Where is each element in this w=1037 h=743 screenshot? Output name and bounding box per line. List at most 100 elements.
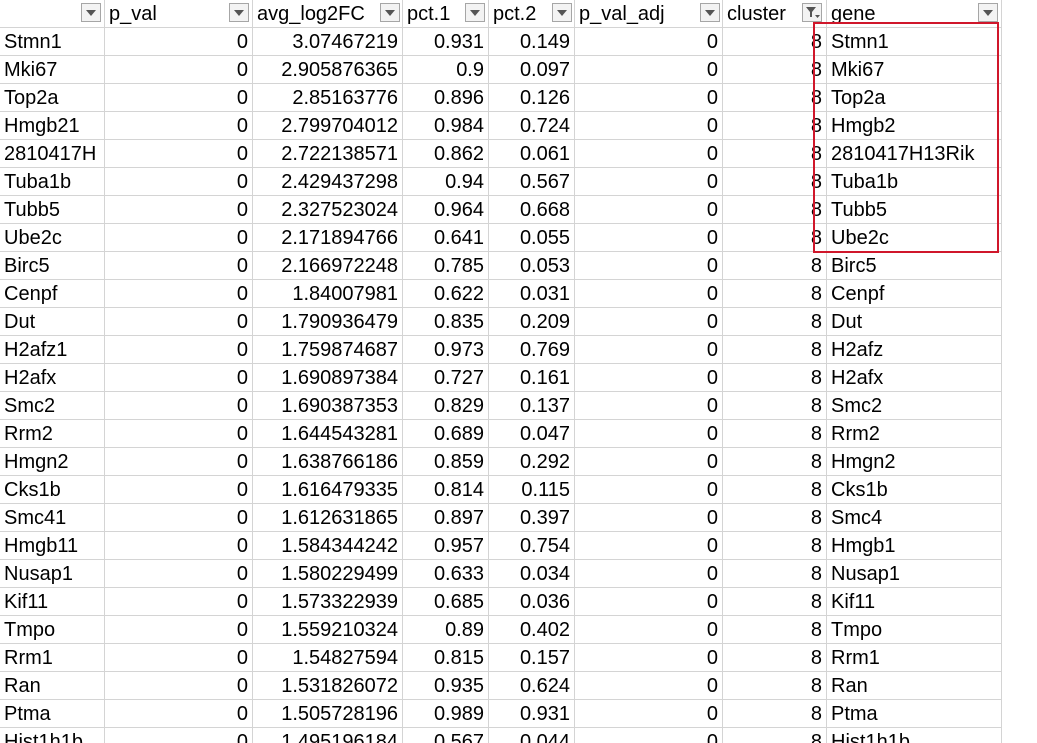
cell-gene-id[interactable]: Rrm1	[0, 644, 105, 672]
cell-p-val-adj[interactable]: 0	[575, 672, 723, 700]
cell-gene-id[interactable]: 2810417H	[0, 140, 105, 168]
cell-pct-2[interactable]: 0.754	[489, 532, 575, 560]
cell-gene[interactable]: Rrm2	[827, 420, 1002, 448]
cell-cluster[interactable]: 8	[723, 504, 827, 532]
cell-p-val[interactable]: 0	[105, 588, 253, 616]
cell-gene-id[interactable]: Smc2	[0, 392, 105, 420]
cell-avg-log2fc[interactable]: 1.644543281	[253, 420, 403, 448]
cell-cluster[interactable]: 8	[723, 588, 827, 616]
cell-avg-log2fc[interactable]: 1.573322939	[253, 588, 403, 616]
cell-pct-1[interactable]: 0.957	[403, 532, 489, 560]
cell-p-val-adj[interactable]: 0	[575, 196, 723, 224]
cell-avg-log2fc[interactable]: 1.84007981	[253, 280, 403, 308]
cell-pct-1[interactable]: 0.931	[403, 28, 489, 56]
cell-p-val[interactable]: 0	[105, 644, 253, 672]
cell-p-val[interactable]: 0	[105, 56, 253, 84]
cell-avg-log2fc[interactable]: 1.638766186	[253, 448, 403, 476]
cell-p-val-adj[interactable]: 0	[575, 532, 723, 560]
cell-p-val-adj[interactable]: 0	[575, 392, 723, 420]
cell-cluster[interactable]: 8	[723, 476, 827, 504]
cell-gene-id[interactable]: Tmpo	[0, 616, 105, 644]
cell-p-val-adj[interactable]: 0	[575, 84, 723, 112]
cell-p-val[interactable]: 0	[105, 28, 253, 56]
cell-avg-log2fc[interactable]: 1.759874687	[253, 336, 403, 364]
cell-pct-1[interactable]: 0.989	[403, 700, 489, 728]
cell-cluster[interactable]: 8	[723, 56, 827, 84]
cell-cluster[interactable]: 8	[723, 112, 827, 140]
cell-p-val-adj[interactable]: 0	[575, 56, 723, 84]
cell-p-val[interactable]: 0	[105, 616, 253, 644]
cell-pct-2[interactable]: 0.115	[489, 476, 575, 504]
cell-pct-2[interactable]: 0.097	[489, 56, 575, 84]
cell-gene[interactable]: Cenpf	[827, 280, 1002, 308]
cell-pct-2[interactable]: 0.149	[489, 28, 575, 56]
cell-p-val[interactable]: 0	[105, 672, 253, 700]
cell-p-val[interactable]: 0	[105, 168, 253, 196]
cell-gene[interactable]: Rrm1	[827, 644, 1002, 672]
cell-pct-1[interactable]: 0.685	[403, 588, 489, 616]
cell-gene-id[interactable]: Nusap1	[0, 560, 105, 588]
cell-gene[interactable]: Dut	[827, 308, 1002, 336]
cell-gene[interactable]: Hmgb1	[827, 532, 1002, 560]
cell-gene-id[interactable]: Hist1h1b	[0, 728, 105, 743]
cell-avg-log2fc[interactable]: 2.85163776	[253, 84, 403, 112]
cell-avg-log2fc[interactable]: 1.54827594	[253, 644, 403, 672]
cell-pct-2[interactable]: 0.292	[489, 448, 575, 476]
cell-p-val[interactable]: 0	[105, 252, 253, 280]
cell-cluster[interactable]: 8	[723, 364, 827, 392]
cell-gene-id[interactable]: Birc5	[0, 252, 105, 280]
cell-gene-id[interactable]: Top2a	[0, 84, 105, 112]
cell-cluster[interactable]: 8	[723, 672, 827, 700]
cell-cluster[interactable]: 8	[723, 28, 827, 56]
cell-gene[interactable]: Birc5	[827, 252, 1002, 280]
cell-cluster[interactable]: 8	[723, 448, 827, 476]
filter-button-gene-id[interactable]	[81, 3, 101, 22]
cell-p-val[interactable]: 0	[105, 504, 253, 532]
cell-gene[interactable]: Ptma	[827, 700, 1002, 728]
header-cell-gene[interactable]: gene	[827, 0, 1002, 28]
cell-pct-1[interactable]: 0.689	[403, 420, 489, 448]
cell-pct-2[interactable]: 0.567	[489, 168, 575, 196]
cell-p-val[interactable]: 0	[105, 532, 253, 560]
cell-gene[interactable]: Kif11	[827, 588, 1002, 616]
cell-p-val-adj[interactable]: 0	[575, 336, 723, 364]
cell-p-val-adj[interactable]: 0	[575, 280, 723, 308]
cell-gene[interactable]: Hist1h1b	[827, 728, 1002, 743]
cell-pct-1[interactable]: 0.727	[403, 364, 489, 392]
cell-gene[interactable]: Hmgn2	[827, 448, 1002, 476]
cell-p-val-adj[interactable]: 0	[575, 560, 723, 588]
cell-p-val-adj[interactable]: 0	[575, 728, 723, 743]
filter-button-p-val[interactable]	[229, 3, 249, 22]
cell-p-val-adj[interactable]: 0	[575, 448, 723, 476]
cell-p-val[interactable]: 0	[105, 364, 253, 392]
cell-p-val[interactable]: 0	[105, 700, 253, 728]
cell-pct-2[interactable]: 0.034	[489, 560, 575, 588]
cell-pct-1[interactable]: 0.835	[403, 308, 489, 336]
filter-button-pct-1[interactable]	[465, 3, 485, 22]
cell-gene-id[interactable]: Hmgb21	[0, 112, 105, 140]
cell-gene[interactable]: Mki67	[827, 56, 1002, 84]
cell-avg-log2fc[interactable]: 1.495196184	[253, 728, 403, 743]
cell-p-val[interactable]: 0	[105, 560, 253, 588]
cell-pct-1[interactable]: 0.896	[403, 84, 489, 112]
cell-pct-2[interactable]: 0.055	[489, 224, 575, 252]
cell-avg-log2fc[interactable]: 1.690897384	[253, 364, 403, 392]
cell-avg-log2fc[interactable]: 1.505728196	[253, 700, 403, 728]
cell-pct-2[interactable]: 0.053	[489, 252, 575, 280]
cell-p-val[interactable]: 0	[105, 112, 253, 140]
cell-pct-1[interactable]: 0.935	[403, 672, 489, 700]
cell-p-val[interactable]: 0	[105, 84, 253, 112]
cell-pct-2[interactable]: 0.209	[489, 308, 575, 336]
cell-gene[interactable]: H2afz	[827, 336, 1002, 364]
cell-p-val[interactable]: 0	[105, 392, 253, 420]
cell-gene[interactable]: Stmn1	[827, 28, 1002, 56]
cell-gene-id[interactable]: Hmgb11	[0, 532, 105, 560]
cell-pct-2[interactable]: 0.624	[489, 672, 575, 700]
cell-avg-log2fc[interactable]: 1.580229499	[253, 560, 403, 588]
cell-pct-2[interactable]: 0.397	[489, 504, 575, 532]
cell-pct-1[interactable]: 0.862	[403, 140, 489, 168]
cell-cluster[interactable]: 8	[723, 700, 827, 728]
cell-p-val-adj[interactable]: 0	[575, 504, 723, 532]
cell-pct-1[interactable]: 0.641	[403, 224, 489, 252]
cell-pct-1[interactable]: 0.94	[403, 168, 489, 196]
